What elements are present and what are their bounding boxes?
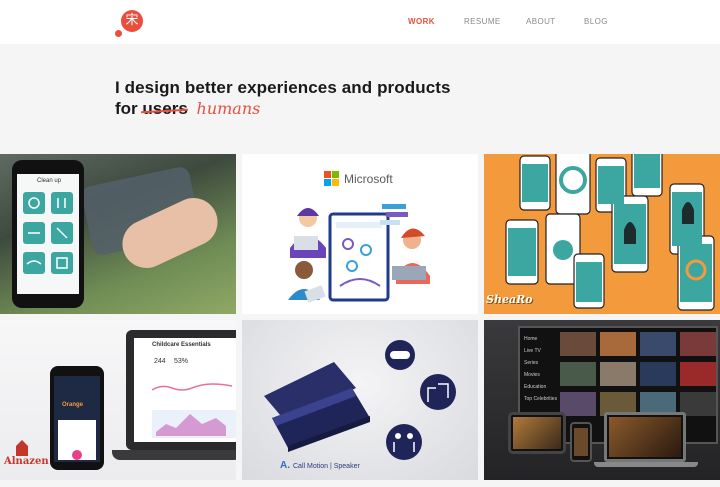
phone-title: Orange	[62, 402, 84, 408]
alnazen-logo-icon	[16, 440, 28, 456]
logo-glyph: 宋	[121, 10, 143, 32]
alnazen-brand-label: Alnazen	[4, 456, 49, 467]
laptop-base	[594, 462, 698, 467]
speaker-illustration	[264, 340, 456, 460]
top-navigation-bar: 宋 WORK RESUME ABOUT BLOG	[0, 0, 720, 44]
phone-mockup: Clean up	[12, 160, 84, 308]
project-tile-streaming[interactable]: Home Live TV Series Movies Education Top…	[484, 320, 720, 480]
laptop-base	[112, 450, 236, 460]
app-grid-icons	[23, 192, 73, 274]
logo-dot	[115, 30, 122, 37]
nav-link-blog[interactable]: BLOG	[584, 17, 608, 26]
stat-b: 53%	[174, 358, 189, 365]
project-tile-alnazen[interactable]: Childcare Essentials 244 53% Orange Alna…	[0, 320, 236, 480]
shearo-phone-mockups	[505, 154, 715, 311]
hero-prefix: for	[115, 99, 138, 118]
project-tile-callmotion[interactable]: A. Call Motion | Speaker	[242, 320, 478, 480]
phone-mockup: Orange	[50, 366, 104, 470]
struck-word: users	[142, 99, 188, 118]
tv-menu-home[interactable]: Home	[524, 336, 558, 342]
tablet-mockup	[508, 412, 566, 454]
callmotion-name: Call Motion | Speaker	[293, 463, 360, 470]
microsoft-logo-icon	[324, 171, 339, 186]
tv-menu-series[interactable]: Series	[524, 360, 558, 366]
hero-line-2: for users humans	[115, 98, 535, 120]
fab-button	[72, 450, 82, 460]
laptop-screen: Childcare Essentials 244 53%	[126, 330, 236, 450]
project-tile-cleanup[interactable]: Clean up	[0, 154, 236, 314]
project-tile-shearo[interactable]: SheaRo	[484, 154, 720, 314]
dashboard-charts	[152, 383, 236, 438]
callmotion-brand-label: A. Call Motion | Speaker	[280, 460, 360, 471]
tv-menu-education[interactable]: Education	[524, 384, 558, 390]
hero-line-1: I design better experiences and products	[115, 78, 451, 97]
nav-link-work[interactable]: WORK	[408, 17, 435, 26]
site-logo[interactable]: 宋	[115, 10, 145, 38]
project-tile-microsoft[interactable]: Microsoft	[242, 154, 478, 314]
handwritten-word: humans	[196, 99, 261, 118]
callmotion-mark: A.	[280, 460, 290, 471]
tv-menu-movies[interactable]: Movies	[524, 372, 558, 378]
microsoft-illustration	[288, 204, 430, 303]
phone-mockup	[570, 422, 592, 462]
nav-link-resume[interactable]: RESUME	[464, 17, 501, 26]
hero-headline: I design better experiences and products…	[115, 78, 535, 120]
nav-link-about[interactable]: ABOUT	[526, 17, 556, 26]
stat-a: 244	[154, 358, 166, 365]
dashboard-title: Childcare Essentials	[152, 342, 211, 348]
phone-screen-title: Clean up	[37, 178, 62, 184]
tv-menu-live[interactable]: Live TV	[524, 348, 558, 354]
shearo-brand-label: SheaRo	[486, 293, 533, 306]
tv-menu-celebrities[interactable]: Top Celebrities	[524, 396, 558, 402]
laptop-mockup	[604, 412, 686, 462]
microsoft-label: Microsoft	[344, 172, 393, 186]
